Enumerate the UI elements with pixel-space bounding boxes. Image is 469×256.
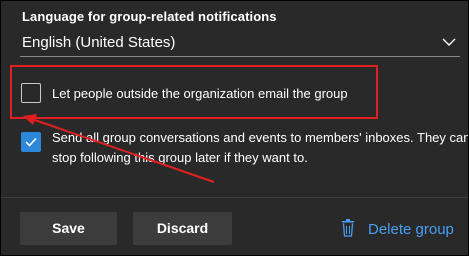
chevron-down-icon xyxy=(442,38,456,46)
annotation-highlight-box xyxy=(10,65,378,119)
language-selected-value: English (United States) xyxy=(22,34,176,51)
discard-button[interactable]: Discard xyxy=(133,212,232,245)
footer-divider xyxy=(1,197,468,198)
send-all-label-line2: stop following this group later if they … xyxy=(52,150,308,165)
language-dropdown[interactable]: English (United States) xyxy=(20,30,460,57)
trash-icon xyxy=(342,219,354,237)
group-settings-panel: Language for group-related notifications… xyxy=(0,0,469,256)
delete-group-label: Delete group xyxy=(368,221,454,238)
send-all-label-line1: Send all group conversations and events … xyxy=(52,130,469,145)
save-button[interactable]: Save xyxy=(20,212,117,245)
language-label: Language for group-related notifications xyxy=(22,9,277,24)
send-all-checkbox[interactable] xyxy=(21,132,41,152)
checkmark-icon xyxy=(25,137,37,147)
